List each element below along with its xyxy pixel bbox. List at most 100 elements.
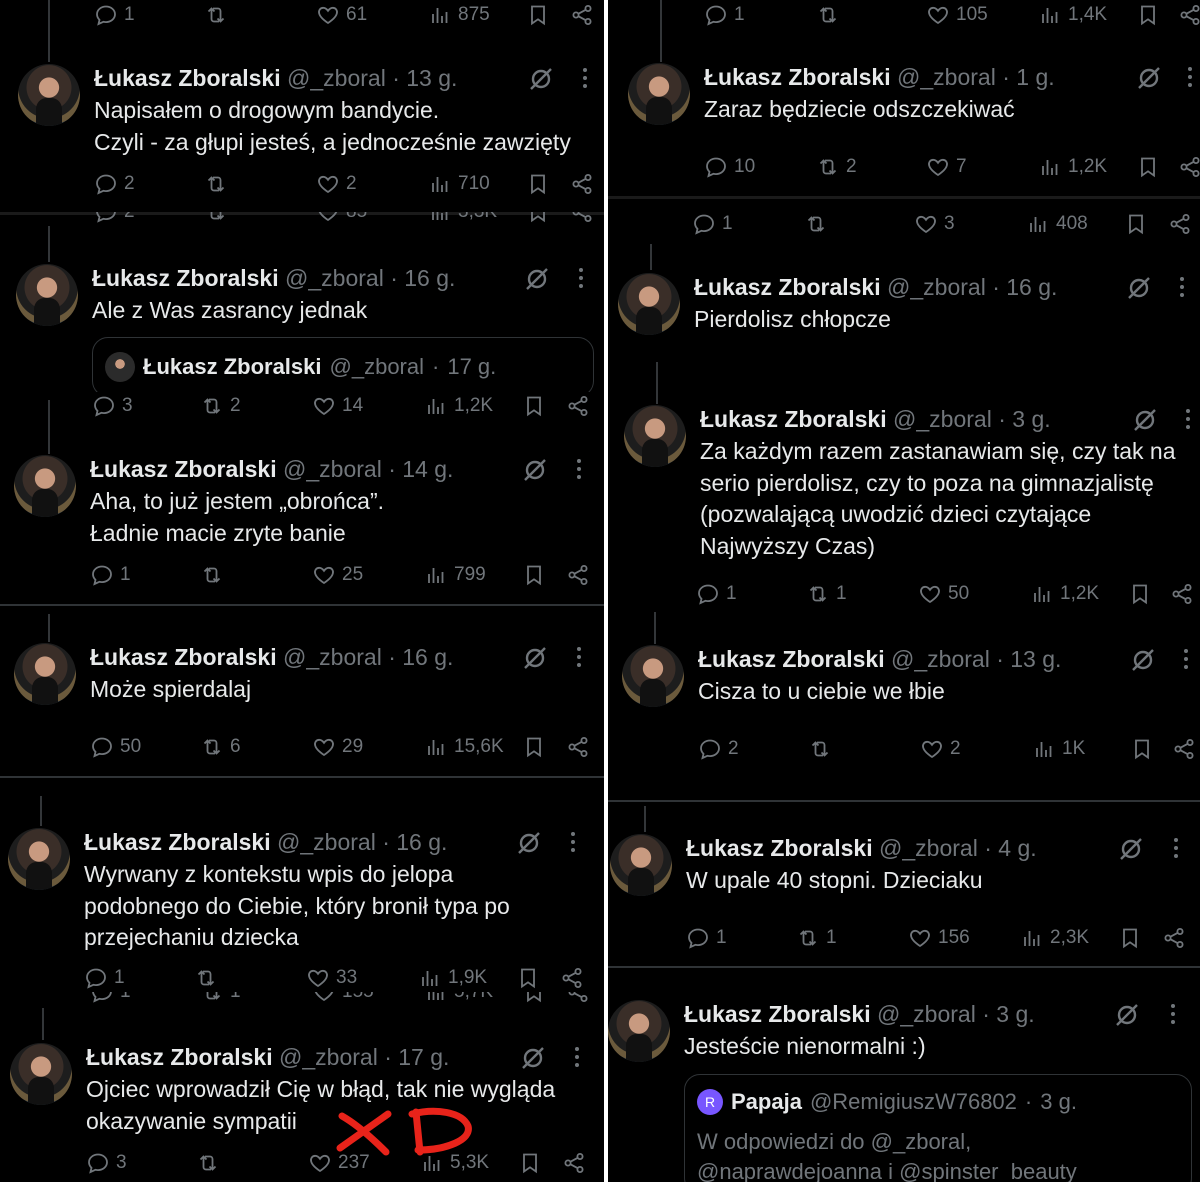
reply-button[interactable]: 50	[90, 735, 141, 759]
views-button[interactable]: 799	[424, 563, 486, 587]
views-button[interactable]: 875	[428, 3, 490, 27]
avatar[interactable]	[622, 645, 684, 707]
grok-icon[interactable]	[1132, 407, 1158, 433]
timestamp[interactable]: 1 g.	[1016, 64, 1054, 90]
quoted-tweet[interactable]: Łukasz Zboralski @_zboral · 17 g.	[92, 337, 594, 397]
views-button[interactable]: 15,6K	[424, 735, 504, 759]
repost-button[interactable]	[808, 737, 832, 761]
author-name[interactable]: Łukasz Zboralski	[684, 1001, 871, 1027]
repost-button[interactable]	[204, 172, 228, 196]
bookmark-button[interactable]	[1136, 155, 1160, 179]
tweet[interactable]: Łukasz Zboralski @_zboral · 17 g. Ojciec…	[10, 1043, 604, 1182]
grok-icon[interactable]	[1118, 836, 1144, 862]
author-handle[interactable]: @_zboral	[283, 456, 382, 482]
share-button[interactable]	[562, 1151, 586, 1175]
views-button[interactable]: 1,4K	[1038, 3, 1107, 27]
tweet[interactable]: Łukasz Zboralski @_zboral · 13 g. Napisa…	[18, 64, 604, 204]
timestamp[interactable]: 14 g.	[402, 456, 453, 482]
reply-button[interactable]: 1	[94, 3, 135, 27]
tweet[interactable]: Łukasz Zboralski @_zboral · 1 g. Zaraz b…	[628, 63, 1200, 193]
author-handle[interactable]: @_zboral	[287, 65, 386, 91]
like-button[interactable]: 33	[306, 966, 357, 990]
repost-button[interactable]	[204, 3, 228, 27]
timestamp[interactable]: 13 g.	[1010, 646, 1061, 672]
share-button[interactable]	[570, 3, 594, 27]
bookmark-button[interactable]	[1130, 737, 1154, 761]
avatar[interactable]	[610, 834, 672, 896]
repost-button[interactable]: 6	[200, 735, 241, 759]
author-handle[interactable]: @_zboral	[279, 1044, 378, 1070]
bookmark-button[interactable]	[1136, 3, 1160, 27]
grok-icon[interactable]	[528, 66, 554, 92]
like-button[interactable]: 3	[914, 212, 955, 236]
reply-button[interactable]: 1	[84, 966, 125, 990]
tweet[interactable]: Łukasz Zboralski @_zboral · 16 g. Wyrwan…	[8, 828, 604, 998]
like-button[interactable]: 2	[316, 172, 357, 196]
like-button[interactable]: 2	[920, 737, 961, 761]
author-handle[interactable]: @_zboral	[897, 64, 996, 90]
repost-button[interactable]	[194, 966, 218, 990]
avatar[interactable]	[628, 63, 690, 125]
bookmark-button[interactable]	[516, 966, 540, 990]
views-button[interactable]: 2,3K	[1020, 926, 1089, 950]
reply-button[interactable]: 2	[94, 172, 135, 196]
more-options-icon[interactable]	[575, 647, 583, 669]
avatar[interactable]	[14, 643, 76, 705]
share-button[interactable]	[570, 212, 594, 224]
tweet[interactable]: Łukasz Zboralski @_zboral · 14 g. Aha, t…	[14, 455, 604, 595]
more-options-icon[interactable]	[581, 68, 589, 90]
views-button[interactable]: 1,2K	[424, 394, 493, 418]
bookmark-button[interactable]	[1128, 582, 1152, 606]
timestamp[interactable]: 13 g.	[406, 65, 457, 91]
share-button[interactable]	[570, 172, 594, 196]
grok-icon[interactable]	[1126, 275, 1152, 301]
share-button[interactable]	[566, 394, 590, 418]
like-button[interactable]: 50	[918, 582, 969, 606]
more-options-icon[interactable]	[577, 268, 585, 290]
tweet[interactable]: Łukasz Zboralski @_zboral · 16 g. Ale z …	[16, 264, 604, 404]
bookmark-button[interactable]	[522, 394, 546, 418]
more-options-icon[interactable]	[1169, 1004, 1177, 1026]
reply-button[interactable]: 1	[692, 212, 733, 236]
author-handle[interactable]: @_zboral	[879, 835, 978, 861]
reply-button[interactable]: 1	[704, 3, 745, 27]
author-name[interactable]: Łukasz Zboralski	[86, 1044, 273, 1070]
like-button[interactable]: 156	[908, 926, 970, 950]
author-handle[interactable]: @_zboral	[285, 265, 384, 291]
reply-button[interactable]: 1	[696, 582, 737, 606]
tweet[interactable]: Łukasz Zboralski @_zboral · 16 g. Może s…	[14, 643, 604, 773]
repost-button[interactable]	[196, 1151, 220, 1175]
repost-button[interactable]: 1	[796, 926, 837, 950]
more-options-icon[interactable]	[575, 459, 583, 481]
author-name[interactable]: Łukasz Zboralski	[84, 829, 271, 855]
avatar[interactable]	[18, 64, 80, 126]
author-handle[interactable]: @_zboral	[277, 829, 376, 855]
grok-icon[interactable]	[520, 1045, 546, 1071]
views-button[interactable]: 1,9K	[418, 966, 487, 990]
like-button[interactable]: 25	[312, 563, 363, 587]
author-handle[interactable]: @_zboral	[891, 646, 990, 672]
grok-icon[interactable]	[522, 457, 548, 483]
author-name[interactable]: Łukasz Zboralski	[94, 65, 281, 91]
more-options-icon[interactable]	[1186, 67, 1194, 89]
like-button[interactable]: 85	[316, 212, 367, 224]
bookmark-button[interactable]	[526, 212, 550, 224]
avatar[interactable]	[14, 455, 76, 517]
views-button[interactable]: 1,2K	[1038, 155, 1107, 179]
bookmark-button[interactable]	[526, 172, 550, 196]
author-name[interactable]: Łukasz Zboralski	[90, 456, 277, 482]
repost-button[interactable]: 1	[200, 992, 241, 1004]
views-button[interactable]: 1,2K	[1030, 582, 1099, 606]
author-handle[interactable]: @_zboral	[893, 406, 992, 432]
views-button[interactable]: 1K	[1032, 737, 1085, 761]
avatar[interactable]	[624, 405, 686, 467]
bookmark-button[interactable]	[522, 735, 546, 759]
share-button[interactable]	[1172, 737, 1196, 761]
tweet[interactable]: Łukasz Zboralski @_zboral · 3 g. Za każd…	[624, 405, 1200, 575]
more-options-icon[interactable]	[1178, 277, 1186, 299]
reply-button[interactable]: 2	[94, 212, 135, 224]
author-handle[interactable]: @_zboral	[887, 274, 986, 300]
bookmark-button[interactable]	[522, 563, 546, 587]
reply-button[interactable]: 2	[698, 737, 739, 761]
share-button[interactable]	[560, 966, 584, 990]
